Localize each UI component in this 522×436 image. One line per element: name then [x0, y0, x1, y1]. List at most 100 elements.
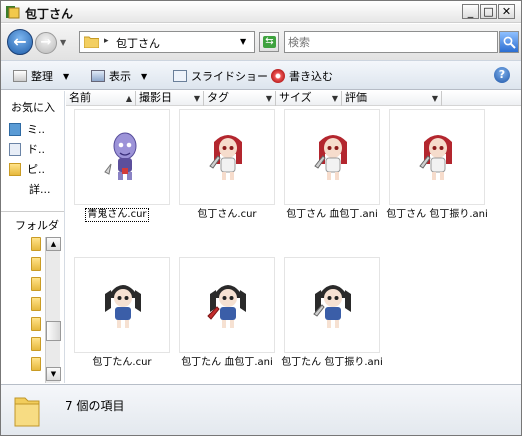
favorite-link-documents[interactable]: ミ.. — [9, 121, 45, 137]
file-thumbnail — [74, 109, 170, 205]
red-hair-knife-cursor-icon — [419, 135, 452, 180]
folder-icon[interactable] — [31, 257, 41, 271]
file-name[interactable]: 包丁たん.cur — [66, 357, 178, 369]
file-thumbnail — [284, 257, 380, 353]
organize-button[interactable]: 整理 ▼ — [13, 68, 69, 84]
file-name[interactable]: 青鬼さん.cur — [85, 208, 149, 222]
favorite-link-more[interactable]: 詳... — [29, 181, 51, 197]
file-thumbnail — [179, 257, 275, 353]
folder-scrollbar[interactable]: ▲ ▼ — [45, 237, 61, 383]
address-row: ← → ▼ ▸ 包丁さん ▼ ⇆ — [1, 24, 521, 60]
folder-icon[interactable] — [31, 317, 41, 331]
favorite-label: ド.. — [27, 143, 45, 156]
favorite-label: 詳... — [29, 183, 51, 196]
back-button[interactable]: ← — [7, 29, 33, 55]
help-icon[interactable]: ? — [494, 67, 510, 83]
item-count: 7 個の項目 — [65, 399, 125, 413]
view-label: 表示 — [109, 70, 131, 83]
pane-divider[interactable] — [1, 211, 64, 212]
file-thumbnail — [389, 109, 485, 205]
file-thumbnail — [74, 257, 170, 353]
favorite-label: ピ.. — [27, 163, 45, 176]
column-header: 名前 ▲ 撮影日 ▼ タグ ▼ サイズ ▼ 評価 ▼ — [66, 91, 521, 106]
organize-label: 整理 — [31, 70, 53, 83]
favorites-title[interactable]: お気に入 — [11, 99, 55, 115]
column-label: 名前 — [69, 91, 91, 104]
file-list: 青鬼さん.cur 包丁さん.cur 包丁さん 血包丁.ani 包丁さん 包丁振り… — [66, 107, 521, 383]
refresh-button[interactable]: ⇆ — [259, 32, 279, 52]
folder-tree — [31, 233, 43, 383]
chevron-down-icon: ▼ — [265, 94, 272, 103]
folder-icon[interactable] — [31, 237, 41, 251]
black-twintail-cursor-icon — [313, 285, 351, 328]
document-icon — [9, 122, 21, 136]
column-size[interactable]: サイズ ▼ — [276, 91, 342, 106]
title-bar: 包丁さん _ □ ✕ — [1, 1, 521, 23]
scroll-up-icon[interactable]: ▲ — [46, 237, 61, 251]
address-dropdown-icon[interactable]: ▼ — [240, 37, 246, 46]
red-hair-knife-cursor-icon — [314, 135, 347, 180]
blue-oni-cursor-icon — [104, 132, 137, 180]
navigation-pane: お気に入 ミ.. ド.. ピ.. 詳... フォルダ ▲ ▼ — [1, 91, 65, 383]
organize-icon — [13, 70, 27, 82]
folder-icon[interactable] — [31, 337, 41, 351]
search-box[interactable] — [284, 31, 498, 53]
folder-icon — [84, 36, 99, 48]
red-hair-knife-cursor-icon — [209, 135, 242, 180]
file-name[interactable]: 包丁さん.cur — [171, 209, 283, 221]
app-folder-icon — [6, 6, 20, 19]
command-bar: 整理 ▼ 表示 ▼ スライドショー 書き込む ? — [1, 60, 521, 90]
folder-icon[interactable] — [31, 297, 41, 311]
file-thumbnail — [284, 109, 380, 205]
folder-icon[interactable] — [31, 357, 41, 371]
folder-icon[interactable] — [31, 277, 41, 291]
folder-icon — [9, 162, 21, 176]
column-date-taken[interactable]: 撮影日 ▼ — [136, 91, 204, 106]
refresh-icon: ⇆ — [263, 36, 276, 48]
close-button[interactable]: ✕ — [498, 4, 515, 19]
chevron-down-icon: ▼ — [193, 94, 200, 103]
view-icon — [91, 70, 105, 82]
details-pane: 7 個の項目 — [1, 384, 521, 435]
burn-label: 書き込む — [289, 70, 333, 83]
column-rating[interactable]: 評価 ▼ — [342, 91, 442, 106]
file-name[interactable]: 包丁さん 包丁振り.ani — [381, 209, 493, 221]
scroll-thumb[interactable] — [46, 321, 61, 341]
black-twintail-cursor-icon — [207, 285, 246, 328]
slideshow-button[interactable]: スライドショー — [173, 68, 268, 84]
favorite-link-pictures[interactable]: ピ.. — [9, 161, 45, 177]
file-name[interactable]: 包丁たん 包丁振り.ani — [276, 357, 388, 369]
folders-title[interactable]: フォルダ — [15, 217, 59, 233]
window-title: 包丁さん — [25, 7, 74, 21]
column-label: 撮影日 — [139, 91, 172, 104]
black-twintail-cursor-icon — [105, 285, 141, 328]
chevron-down-icon: ▼ — [331, 94, 338, 103]
breadcrumb-separator-icon[interactable]: ▸ — [104, 36, 109, 46]
search-button[interactable] — [499, 31, 519, 53]
minimize-button[interactable]: _ — [462, 4, 479, 19]
forward-button[interactable]: → — [35, 32, 57, 54]
breadcrumb-path[interactable]: 包丁さん — [116, 35, 160, 51]
file-name[interactable]: 包丁さん 血包丁.ani — [276, 209, 388, 221]
column-label: サイズ — [279, 91, 312, 104]
chevron-down-icon: ▼ — [141, 71, 148, 81]
search-input[interactable] — [288, 34, 493, 50]
view-button[interactable]: 表示 ▼ — [91, 68, 147, 84]
explorer-window: 包丁さん _ □ ✕ ← → ▼ ▸ 包丁さん ▼ ⇆ 検索 整理 ▼ 表示 ▼… — [0, 0, 522, 436]
favorite-label: ミ.. — [27, 123, 45, 136]
file-name[interactable]: 包丁たん 血包丁.ani — [171, 357, 283, 369]
column-tags[interactable]: タグ ▼ — [204, 91, 276, 106]
burn-button[interactable]: 書き込む — [271, 68, 333, 84]
scroll-down-icon[interactable]: ▼ — [46, 367, 61, 381]
history-dropdown-icon[interactable]: ▼ — [60, 38, 66, 47]
address-bar[interactable]: ▸ 包丁さん ▼ — [79, 31, 255, 53]
maximize-button[interactable]: □ — [480, 4, 497, 19]
search-icon — [503, 36, 516, 49]
chevron-down-icon: ▼ — [431, 94, 438, 103]
sort-ascending-icon: ▲ — [125, 94, 132, 103]
favorite-link-docs[interactable]: ド.. — [9, 141, 45, 157]
column-name[interactable]: 名前 ▲ — [66, 91, 136, 106]
disc-icon — [271, 69, 285, 83]
folder-icon — [14, 397, 40, 427]
slideshow-icon — [173, 70, 187, 82]
